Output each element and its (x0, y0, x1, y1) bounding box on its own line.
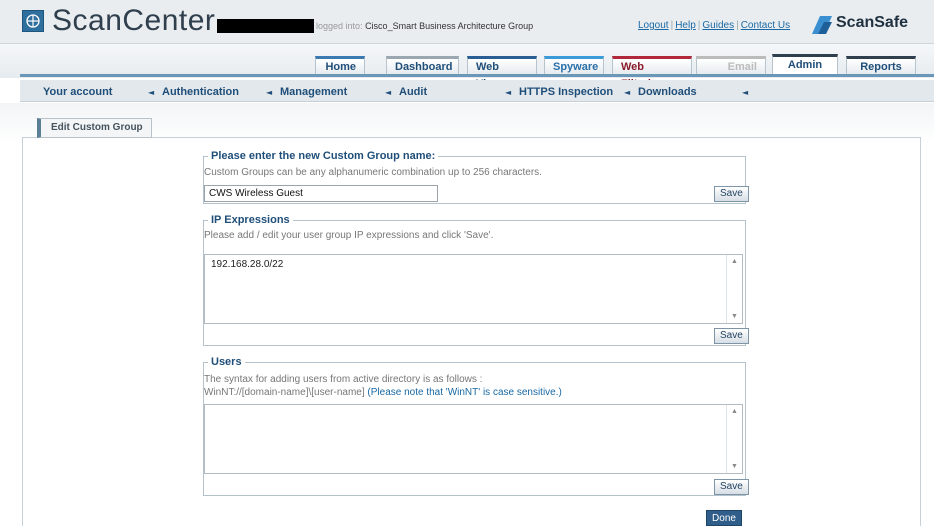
users-scrollbar[interactable]: ▲ ▼ (726, 405, 742, 473)
scroll-down-icon[interactable]: ▼ (731, 313, 738, 320)
logged-in-info: logged into: Cisco_Smart Business Archit… (316, 21, 533, 31)
tab-web-virus[interactable]: Web Virus (467, 56, 537, 90)
tab-admin[interactable]: Admin (772, 54, 838, 76)
main-nav-underline (20, 74, 934, 77)
subnav-https-inspection[interactable]: HTTPS Inspection (519, 86, 613, 98)
subnav-audit[interactable]: Audit (399, 86, 427, 98)
ip-expressions-description: Please add / edit your user group IP exp… (204, 230, 494, 241)
group-name-description: Custom Groups can be any alphanumeric co… (204, 167, 542, 178)
ip-expressions-legend: IP Expressions (208, 214, 293, 226)
ip-expressions-textarea[interactable]: 192.168.28.0/22 ▲ ▼ (204, 254, 743, 324)
contact-us-link[interactable]: Contact Us (741, 20, 790, 31)
users-save-button[interactable]: Save (714, 479, 749, 495)
left-arrow-icon: ◄ (505, 88, 512, 97)
group-name-save-button[interactable]: Save (714, 186, 749, 202)
subnav-downloads[interactable]: Downloads (638, 86, 697, 98)
users-textarea[interactable]: ▲ ▼ (204, 404, 743, 474)
sub-nav (20, 80, 934, 102)
tab-reports[interactable]: Reports (846, 56, 916, 74)
help-link[interactable]: Help (675, 20, 696, 31)
tab-dashboard[interactable]: Dashboard (386, 56, 459, 74)
tab-home[interactable]: Home (315, 56, 365, 74)
redacted-block (217, 19, 314, 33)
users-legend: Users (208, 356, 245, 368)
tab-email[interactable]: Email (696, 56, 766, 74)
group-name-input[interactable]: CWS Wireless Guest (204, 185, 438, 202)
brand-name: ScanSafe (836, 14, 909, 31)
ip-expressions-fieldset: IP Expressions Please add / edit your us… (203, 214, 749, 346)
logged-in-account: Cisco_Smart Business Architecture Group (365, 21, 534, 31)
ip-expressions-value: 192.168.28.0/22 (211, 259, 284, 270)
group-name-legend: Please enter the new Custom Group name: (208, 150, 439, 162)
subnav-management[interactable]: Management (280, 86, 347, 98)
app-title: ScanCenter (52, 4, 216, 37)
left-arrow-icon: ◄ (742, 88, 749, 97)
logged-in-label: logged into: (316, 21, 363, 31)
users-case-note: (Please note that 'WinNT' is case sensit… (367, 387, 562, 398)
panel-border-left (22, 137, 23, 526)
done-button[interactable]: Done (706, 510, 742, 526)
header-bar: ScanCenter logged into: Cisco_Smart Busi… (0, 0, 934, 44)
top-links: Logout | Help | Guides | Contact Us (638, 20, 791, 31)
scansafe-logo-icon (812, 16, 832, 34)
scancenter-logo-icon (22, 10, 44, 32)
ip-expressions-save-button[interactable]: Save (714, 328, 749, 344)
users-syntax: WinNT://[domain-name]\[user-name] (204, 387, 365, 398)
left-arrow-icon: ◄ (148, 88, 155, 97)
tab-web-filtering[interactable]: Web Filtering (612, 56, 692, 90)
scroll-up-icon[interactable]: ▲ (731, 408, 738, 415)
subnav-your-account[interactable]: Your account (43, 86, 112, 98)
left-arrow-icon: ◄ (266, 88, 273, 97)
scroll-down-icon[interactable]: ▼ (731, 463, 738, 470)
panel-border-top (22, 137, 920, 139)
users-syntax-line: WinNT://[domain-name]\[user-name] (Pleas… (204, 387, 562, 398)
scroll-up-icon[interactable]: ▲ (731, 258, 738, 265)
ip-expressions-scrollbar[interactable]: ▲ ▼ (726, 255, 742, 323)
tab-spyware[interactable]: Spyware (544, 56, 604, 74)
guides-link[interactable]: Guides (702, 20, 734, 31)
users-fieldset: Users The syntax for adding users from a… (203, 356, 749, 496)
users-description: The syntax for adding users from active … (204, 374, 483, 385)
logout-link[interactable]: Logout (638, 20, 669, 31)
subnav-authentication[interactable]: Authentication (162, 86, 239, 98)
left-arrow-icon: ◄ (624, 88, 631, 97)
panel-border-right (920, 137, 921, 526)
left-arrow-icon: ◄ (385, 88, 392, 97)
group-name-fieldset: Please enter the new Custom Group name: … (203, 150, 749, 204)
panel-tab-edit-custom-group[interactable]: Edit Custom Group (37, 118, 152, 138)
